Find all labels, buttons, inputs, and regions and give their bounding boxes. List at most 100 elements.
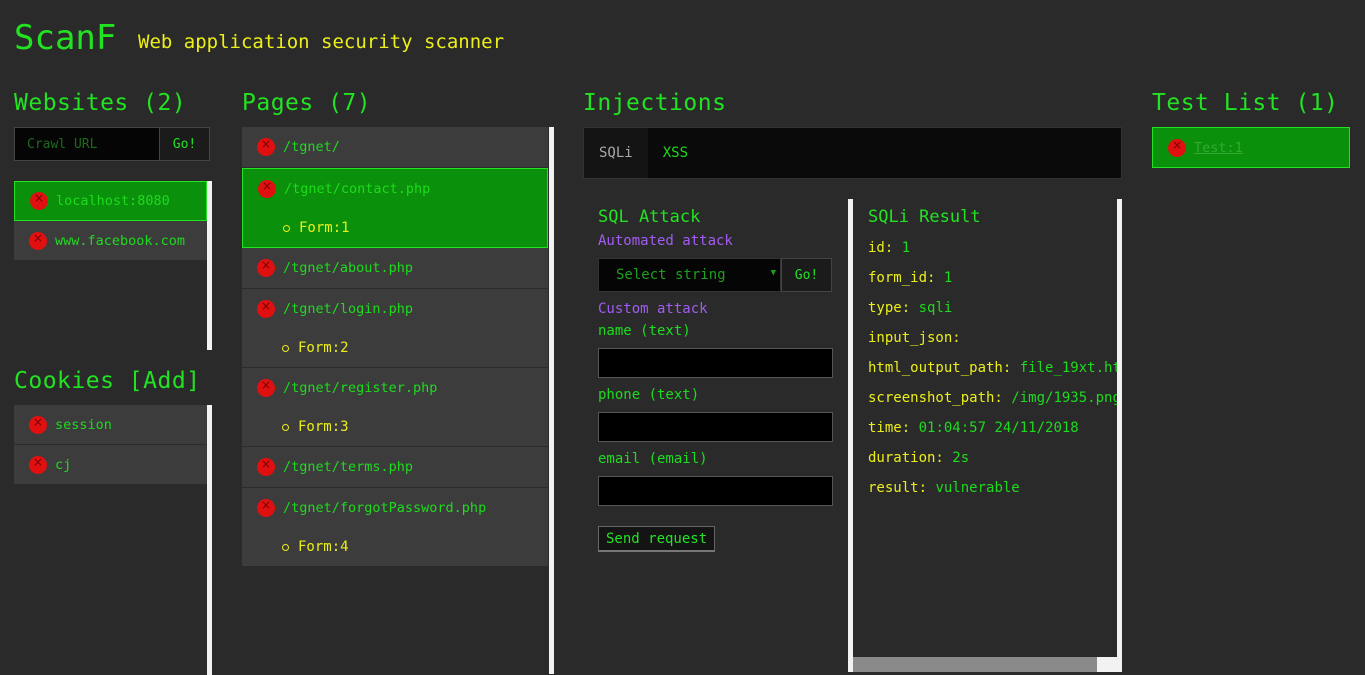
page-label: /tgnet/login.php — [283, 301, 414, 317]
page-group: /tgnet/login.php Form:2 — [242, 289, 548, 368]
page-label: /tgnet/about.php — [283, 260, 414, 276]
result-value: 01:04:57 24/11/2018 — [918, 420, 1079, 436]
result-row-input-json: input_json: — [868, 329, 1117, 347]
injections-title: Injections — [583, 90, 727, 116]
form-label: Form:2 — [298, 340, 349, 356]
automated-attack-label: Automated attack — [598, 233, 733, 249]
websites-title: Websites (2) — [14, 90, 187, 116]
website-item[interactable]: www.facebook.com — [14, 221, 207, 261]
pages-title: Pages (7) — [242, 90, 372, 116]
name-field-label: name (text) — [598, 323, 691, 339]
select-string-value: Select string — [616, 267, 726, 283]
delete-icon[interactable] — [30, 191, 48, 210]
result-horizontal-scroll-thumb[interactable] — [853, 657, 1097, 672]
website-list: localhost:8080 www.facebook.com — [14, 181, 207, 261]
page-item[interactable]: /tgnet/forgotPassword.php — [242, 488, 548, 528]
form-label: Form:4 — [298, 539, 349, 555]
delete-icon[interactable] — [257, 299, 275, 318]
sql-attack-panel: SQL Attack Automated attack Select strin… — [598, 199, 838, 552]
automated-go-button[interactable]: Go! — [781, 258, 832, 292]
page-item[interactable]: /tgnet/terms.php — [242, 447, 548, 487]
delete-icon[interactable] — [257, 457, 275, 476]
page-label: /tgnet/forgotPassword.php — [283, 500, 487, 516]
tab-sqli[interactable]: SQLi — [584, 128, 648, 178]
pages-scrollbar[interactable] — [549, 127, 554, 674]
cookie-item[interactable]: cj — [14, 445, 207, 485]
page-label: /tgnet/contact.php — [284, 181, 431, 197]
result-scrollbar-right[interactable] — [1117, 199, 1122, 672]
result-value: /img/1935.png — [1011, 390, 1117, 406]
custom-attack-label: Custom attack — [598, 301, 708, 317]
form-label: Form:3 — [298, 419, 349, 435]
email-field[interactable] — [598, 476, 833, 506]
email-field-label: email (email) — [598, 451, 708, 467]
tab-xss[interactable]: XSS — [648, 128, 703, 178]
result-value: 1 — [901, 240, 911, 256]
delete-icon[interactable] — [29, 415, 47, 434]
select-string-dropdown[interactable]: Select string ▼ — [598, 258, 781, 292]
page-group: /tgnet/register.php Form:3 — [242, 368, 548, 447]
website-label: localhost:8080 — [56, 193, 170, 209]
delete-icon[interactable] — [257, 378, 275, 397]
result-key: input_json: — [868, 330, 961, 346]
cookies-title[interactable]: Cookies [Add] — [14, 368, 201, 394]
delete-icon[interactable] — [257, 498, 275, 517]
page-list: /tgnet/ /tgnet/contact.php Form:1 /tgnet… — [242, 127, 548, 566]
result-key: time: — [868, 420, 911, 436]
name-field[interactable] — [598, 348, 833, 378]
result-scrollbar-left — [848, 199, 853, 672]
result-key: form_id: — [868, 270, 936, 286]
test-item[interactable]: Test:1 — [1152, 127, 1350, 168]
page-label: /tgnet/terms.php — [283, 459, 414, 475]
page-group: /tgnet/ — [242, 127, 548, 168]
result-row-result: result: vulnerable — [868, 479, 1117, 497]
result-title: SQLi Result — [868, 207, 981, 227]
page-item[interactable]: /tgnet/ — [242, 127, 548, 167]
form-item[interactable]: Form:2 — [242, 329, 548, 367]
result-key: type: — [868, 300, 911, 316]
app-brand: ScanF — [14, 18, 117, 58]
cookie-scrollbar[interactable] — [207, 405, 212, 675]
result-value: file_19xt.ht — [1019, 360, 1117, 376]
cookie-item[interactable]: session — [14, 405, 207, 445]
cookie-list: session cj — [14, 405, 207, 485]
crawl-go-button[interactable]: Go! — [159, 127, 210, 161]
result-key: html_output_path: — [868, 360, 1012, 376]
cookie-label: session — [55, 416, 112, 433]
result-row-id: id: 1 — [868, 239, 1117, 257]
phone-field[interactable] — [598, 412, 833, 442]
test-label[interactable]: Test:1 — [1194, 140, 1243, 156]
form-item[interactable]: Form:4 — [242, 528, 548, 566]
page-item[interactable]: /tgnet/login.php — [242, 289, 548, 329]
form-item[interactable]: Form:3 — [242, 408, 548, 446]
crawl-url-input[interactable] — [14, 127, 160, 161]
test-list: Test:1 — [1152, 127, 1350, 168]
result-key: id: — [868, 240, 894, 256]
attack-title: SQL Attack — [598, 207, 701, 227]
delete-icon[interactable] — [257, 258, 275, 277]
form-item[interactable]: Form:1 — [243, 209, 547, 247]
delete-icon[interactable] — [29, 231, 47, 250]
cookie-label: cj — [55, 456, 72, 473]
page-item[interactable]: /tgnet/register.php — [242, 368, 548, 408]
test-list-title: Test List (1) — [1152, 90, 1339, 116]
page-item[interactable]: /tgnet/about.php — [242, 248, 548, 288]
delete-icon[interactable] — [257, 137, 275, 156]
page-group: /tgnet/contact.php Form:1 — [242, 168, 548, 248]
result-key: result: — [868, 480, 928, 496]
page-group: /tgnet/about.php — [242, 248, 548, 289]
result-row-type: type: sqli — [868, 299, 1117, 317]
delete-icon[interactable] — [29, 455, 47, 474]
delete-icon[interactable] — [1168, 138, 1186, 157]
injection-tabs: SQLi XSS — [583, 127, 1122, 179]
website-scrollbar[interactable] — [207, 181, 212, 350]
page-item[interactable]: /tgnet/contact.php — [243, 169, 547, 209]
result-value: vulnerable — [935, 480, 1020, 496]
send-request-button[interactable]: Send request — [598, 526, 716, 552]
delete-icon[interactable] — [258, 179, 276, 198]
page-label: /tgnet/register.php — [283, 380, 438, 396]
website-item[interactable]: localhost:8080 — [14, 181, 207, 221]
page-group: /tgnet/terms.php — [242, 447, 548, 488]
form-label: Form:1 — [299, 220, 350, 236]
page-label: /tgnet/ — [283, 139, 340, 155]
